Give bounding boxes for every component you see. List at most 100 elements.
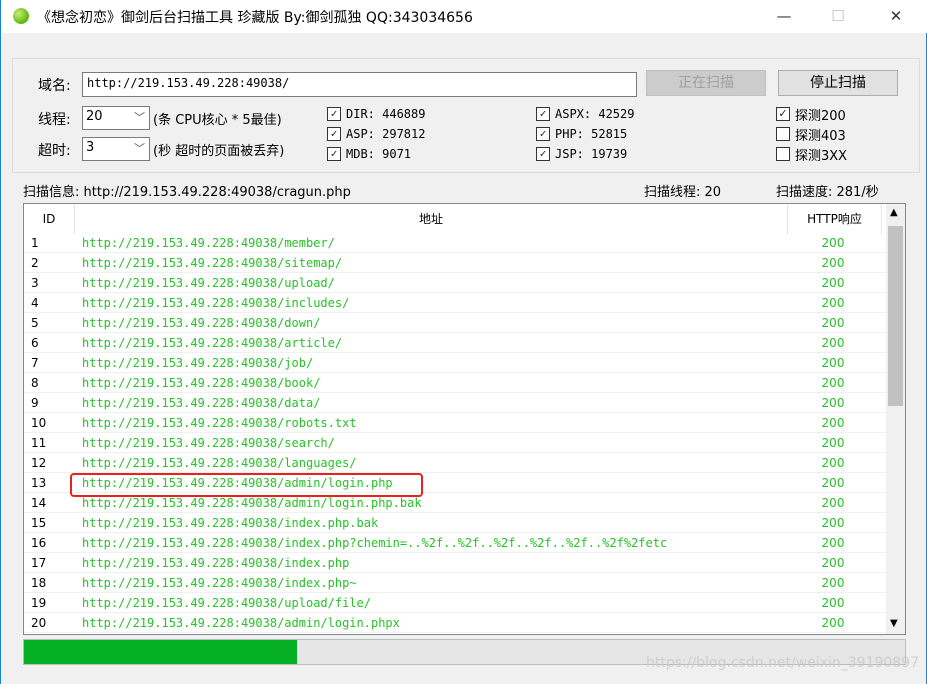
timeout-select[interactable]: 3 ﹀ xyxy=(82,137,150,161)
cell-url[interactable]: http://219.153.49.228:49038/index.php~ xyxy=(82,573,357,593)
cell-url[interactable]: http://219.153.49.228:49038/data/ xyxy=(82,393,320,413)
results-table: ID 地址 HTTP响应 1 http://219.153.49.228:4903… xyxy=(23,203,906,635)
cell-id: 5 xyxy=(31,316,39,330)
cell-url[interactable]: http://219.153.49.228:49038/index.php.ba… xyxy=(82,513,378,533)
checkbox-icon: ✓ xyxy=(327,147,341,161)
dict-checkbox[interactable]: ✓ ASPX: 42529 xyxy=(536,105,634,123)
scan-info: 扫描信息: http://219.153.49.228:49038/cragun… xyxy=(23,185,351,200)
checkbox-icon: ✓ xyxy=(327,127,341,141)
detect-checkbox[interactable]: 探测3XX xyxy=(776,145,847,164)
title-bar: 《想念初恋》御剑后台扫描工具 珍藏版 By:御剑孤独 QQ:343034656 … xyxy=(1,0,927,33)
cell-url[interactable]: http://219.153.49.228:49038/includes/ xyxy=(82,293,349,313)
table-row[interactable]: 19 http://219.153.49.228:49038/upload/fil… xyxy=(24,593,886,613)
cell-id: 4 xyxy=(31,296,39,310)
timeout-hint: (秒 超时的页面被丢弃) xyxy=(153,144,285,159)
timeout-label: 超时: xyxy=(38,143,71,159)
checkbox-icon: ✓ xyxy=(327,107,341,121)
table-row[interactable]: 10 http://219.153.49.228:49038/robots.txt… xyxy=(24,413,886,433)
dict-label: JSP: 19739 xyxy=(555,147,628,161)
detect-label: 探测200 xyxy=(795,108,846,124)
table-row[interactable]: 3 http://219.153.49.228:49038/upload/200 xyxy=(24,273,886,293)
cell-status: 200 xyxy=(821,476,845,490)
vertical-scrollbar[interactable]: ▲ ▼ xyxy=(886,204,905,634)
cell-id: 16 xyxy=(31,536,47,550)
app-icon xyxy=(13,8,29,24)
timeout-value: 3 xyxy=(86,140,95,155)
stop-scan-button[interactable]: 停止扫描 xyxy=(778,70,898,96)
cell-status: 200 xyxy=(821,596,845,610)
dict-label: MDB: 9071 xyxy=(346,147,412,161)
detect-checkbox[interactable]: 探测403 xyxy=(776,125,846,144)
checkbox-icon: ✓ xyxy=(536,127,550,141)
cell-url[interactable]: http://219.153.49.228:49038/down/ xyxy=(82,313,320,333)
threads-select[interactable]: 20 ﹀ xyxy=(82,106,150,130)
cell-url[interactable]: http://219.153.49.228:49038/index.php xyxy=(82,553,349,573)
dict-checkbox[interactable]: ✓ PHP: 52815 xyxy=(536,125,627,143)
cell-url[interactable]: http://219.153.49.228:49038/member/ xyxy=(82,233,335,253)
table-row[interactable]: 7 http://219.153.49.228:49038/job/200 xyxy=(24,353,886,373)
cell-status: 200 xyxy=(821,436,845,450)
dict-checkbox[interactable]: ✓ ASP: 297812 xyxy=(327,125,425,143)
close-button[interactable]: ✕ xyxy=(873,0,919,32)
table-row[interactable]: 5 http://219.153.49.228:49038/down/200 xyxy=(24,313,886,333)
cell-id: 2 xyxy=(31,256,39,270)
table-row[interactable]: 2 http://219.153.49.228:49038/sitemap/200 xyxy=(24,253,886,273)
table-row[interactable]: 18 http://219.153.49.228:49038/index.php~… xyxy=(24,573,886,593)
column-header-http[interactable]: HTTP响应 xyxy=(788,204,882,234)
cell-status: 200 xyxy=(821,356,845,370)
table-row[interactable]: 12 http://219.153.49.228:49038/languages/… xyxy=(24,453,886,473)
table-row[interactable]: 8 http://219.153.49.228:49038/book/200 xyxy=(24,373,886,393)
cell-status: 200 xyxy=(821,316,845,330)
domain-input[interactable]: http://219.153.49.228:49038/ xyxy=(82,72,637,97)
cell-status: 200 xyxy=(821,396,845,410)
table-row[interactable]: 15 http://219.153.49.228:49038/index.php.… xyxy=(24,513,886,533)
cell-id: 15 xyxy=(31,516,47,530)
cell-status: 200 xyxy=(821,336,845,350)
table-row[interactable]: 11 http://219.153.49.228:49038/search/200 xyxy=(24,433,886,453)
scrollbar-thumb[interactable] xyxy=(888,226,903,406)
cell-url[interactable]: http://219.153.49.228:49038/job/ xyxy=(82,353,313,373)
cell-url[interactable]: http://219.153.49.228:49038/languages/ xyxy=(82,453,357,473)
dict-checkbox[interactable]: ✓ DIR: 446889 xyxy=(327,105,425,123)
column-header-address[interactable]: 地址 xyxy=(75,204,788,234)
table-row[interactable]: 16 http://219.153.49.228:49038/index.php?… xyxy=(24,533,886,553)
cell-url[interactable]: http://219.153.49.228:49038/book/ xyxy=(82,373,320,393)
cell-id: 12 xyxy=(31,456,47,470)
cell-status: 200 xyxy=(821,256,845,270)
table-row[interactable]: 20 http://219.153.49.228:49038/admin/logi… xyxy=(24,613,886,633)
cell-url[interactable]: http://219.153.49.228:49038/index.php?ch… xyxy=(82,533,667,553)
highlight-box xyxy=(70,473,423,497)
minimize-button[interactable]: — xyxy=(761,0,807,32)
scroll-up-icon[interactable]: ▲ xyxy=(890,207,898,218)
table-row[interactable]: 4 http://219.153.49.228:49038/includes/20… xyxy=(24,293,886,313)
cell-id: 7 xyxy=(31,356,39,370)
cell-url[interactable]: http://219.153.49.228:49038/upload/file/ xyxy=(82,593,371,613)
dict-checkbox[interactable]: ✓ JSP: 19739 xyxy=(536,145,627,163)
cell-url[interactable]: http://219.153.49.228:49038/upload/ xyxy=(82,273,335,293)
threads-value: 20 xyxy=(86,109,103,124)
cell-id: 3 xyxy=(31,276,39,290)
column-header-id[interactable]: ID xyxy=(24,204,75,234)
cell-url[interactable]: http://219.153.49.228:49038/article/ xyxy=(82,333,342,353)
scroll-down-icon[interactable]: ▼ xyxy=(890,618,898,629)
dict-checkbox[interactable]: ✓ MDB: 9071 xyxy=(327,145,411,163)
table-row[interactable]: 9 http://219.153.49.228:49038/data/200 xyxy=(24,393,886,413)
cell-status: 200 xyxy=(821,376,845,390)
cell-url[interactable]: http://219.153.49.228:49038/sitemap/ xyxy=(82,253,342,273)
cell-url[interactable]: http://219.153.49.228:49038/search/ xyxy=(82,433,335,453)
detect-checkbox[interactable]: ✓ 探测200 xyxy=(776,105,846,124)
scan-threads: 扫描线程: 20 xyxy=(644,185,722,200)
cell-url[interactable]: http://219.153.49.228:49038/admin/login.… xyxy=(82,613,400,633)
cell-url[interactable]: http://219.153.49.228:49038/robots.txt xyxy=(82,413,357,433)
domain-label: 域名: xyxy=(38,78,71,94)
cell-id: 20 xyxy=(31,616,47,630)
table-row[interactable]: 17 http://219.153.49.228:49038/index.php 2… xyxy=(24,553,886,573)
cell-status: 200 xyxy=(821,236,845,250)
cell-id: 17 xyxy=(31,556,47,570)
cell-id: 18 xyxy=(31,576,47,590)
cell-id: 10 xyxy=(31,416,47,430)
maximize-button[interactable]: ☐ xyxy=(815,0,861,32)
table-row[interactable]: 6 http://219.153.49.228:49038/article/200 xyxy=(24,333,886,353)
table-row[interactable]: 1 http://219.153.49.228:49038/member/200 xyxy=(24,233,886,253)
chevron-down-icon: ﹀ xyxy=(134,142,145,155)
